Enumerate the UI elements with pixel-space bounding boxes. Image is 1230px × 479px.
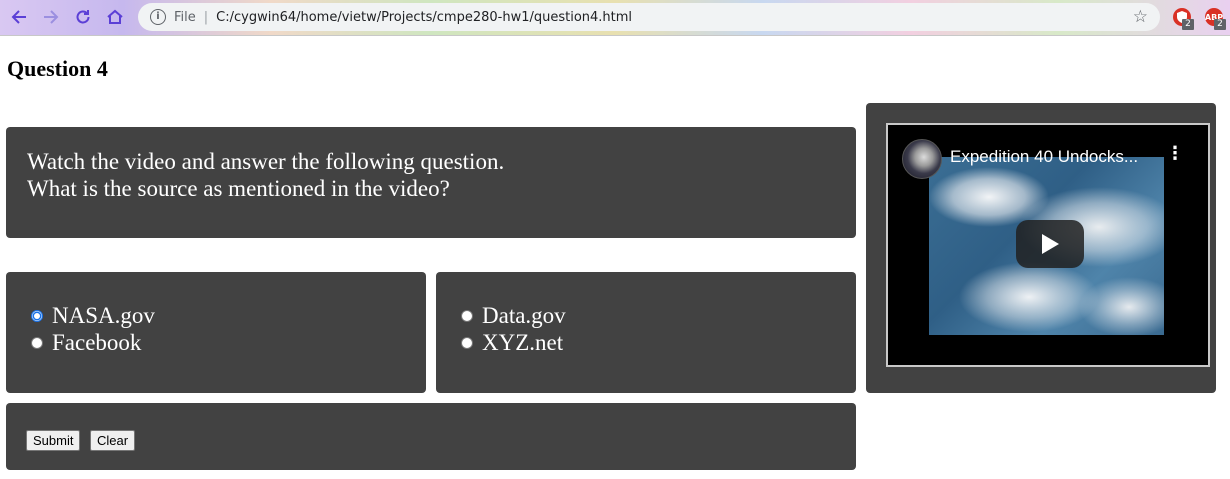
star-bookmark-icon[interactable]: ☆ xyxy=(1133,7,1148,27)
question-panel: Watch the video and answer the following… xyxy=(6,127,856,238)
video-player[interactable]: Expedition 40 Undocks... ⋮ xyxy=(886,123,1210,367)
radio-button[interactable] xyxy=(461,309,473,322)
extension-badge: 2 xyxy=(1214,19,1226,30)
scheme-label: File xyxy=(174,9,196,25)
option-facebook[interactable]: Facebook xyxy=(31,329,141,356)
question-line-2: What is the source as mentioned in the v… xyxy=(27,176,450,201)
question-line-1: Watch the video and answer the following… xyxy=(27,149,505,174)
back-arrow-icon[interactable] xyxy=(7,5,31,29)
submit-button[interactable]: Submit xyxy=(26,430,81,451)
extension-badge: 2 xyxy=(1182,19,1194,30)
options-panel-right: Data.gov XYZ.net xyxy=(436,272,856,393)
home-icon[interactable] xyxy=(103,5,127,29)
radio-button-checked[interactable] xyxy=(31,309,43,322)
forward-arrow-icon[interactable] xyxy=(39,5,63,29)
separator: | xyxy=(203,9,209,25)
url-text[interactable]: C:/cygwin64/home/vietw/Projects/cmpe280-… xyxy=(216,10,632,25)
radio-button[interactable] xyxy=(31,336,43,349)
actions-panel: Submit Clear xyxy=(6,403,856,470)
radio-button[interactable] xyxy=(461,336,473,349)
video-panel: Expedition 40 Undocks... ⋮ xyxy=(866,103,1216,393)
play-icon[interactable] xyxy=(1016,220,1084,268)
more-options-icon[interactable]: ⋮ xyxy=(1166,145,1184,163)
option-label: Facebook xyxy=(52,329,142,355)
option-data-gov[interactable]: Data.gov xyxy=(461,302,566,329)
address-bar[interactable]: i File | C:/cygwin64/home/vietw/Projects… xyxy=(138,3,1160,31)
option-label: Data.gov xyxy=(482,302,566,328)
browser-toolbar: i File | C:/cygwin64/home/vietw/Projects… xyxy=(0,0,1230,36)
question-text: Watch the video and answer the following… xyxy=(27,148,504,202)
reload-icon[interactable] xyxy=(71,5,95,29)
option-label: XYZ.net xyxy=(482,329,564,355)
options-panel-left: NASA.gov Facebook xyxy=(6,272,426,393)
clear-button[interactable]: Clear xyxy=(90,430,136,451)
info-icon[interactable]: i xyxy=(150,9,166,25)
option-label: NASA.gov xyxy=(52,302,155,328)
channel-avatar[interactable] xyxy=(902,139,942,179)
option-nasa[interactable]: NASA.gov xyxy=(31,302,155,329)
page-title: Question 4 xyxy=(7,56,108,81)
option-xyz[interactable]: XYZ.net xyxy=(461,329,563,356)
video-title[interactable]: Expedition 40 Undocks... xyxy=(950,147,1138,167)
